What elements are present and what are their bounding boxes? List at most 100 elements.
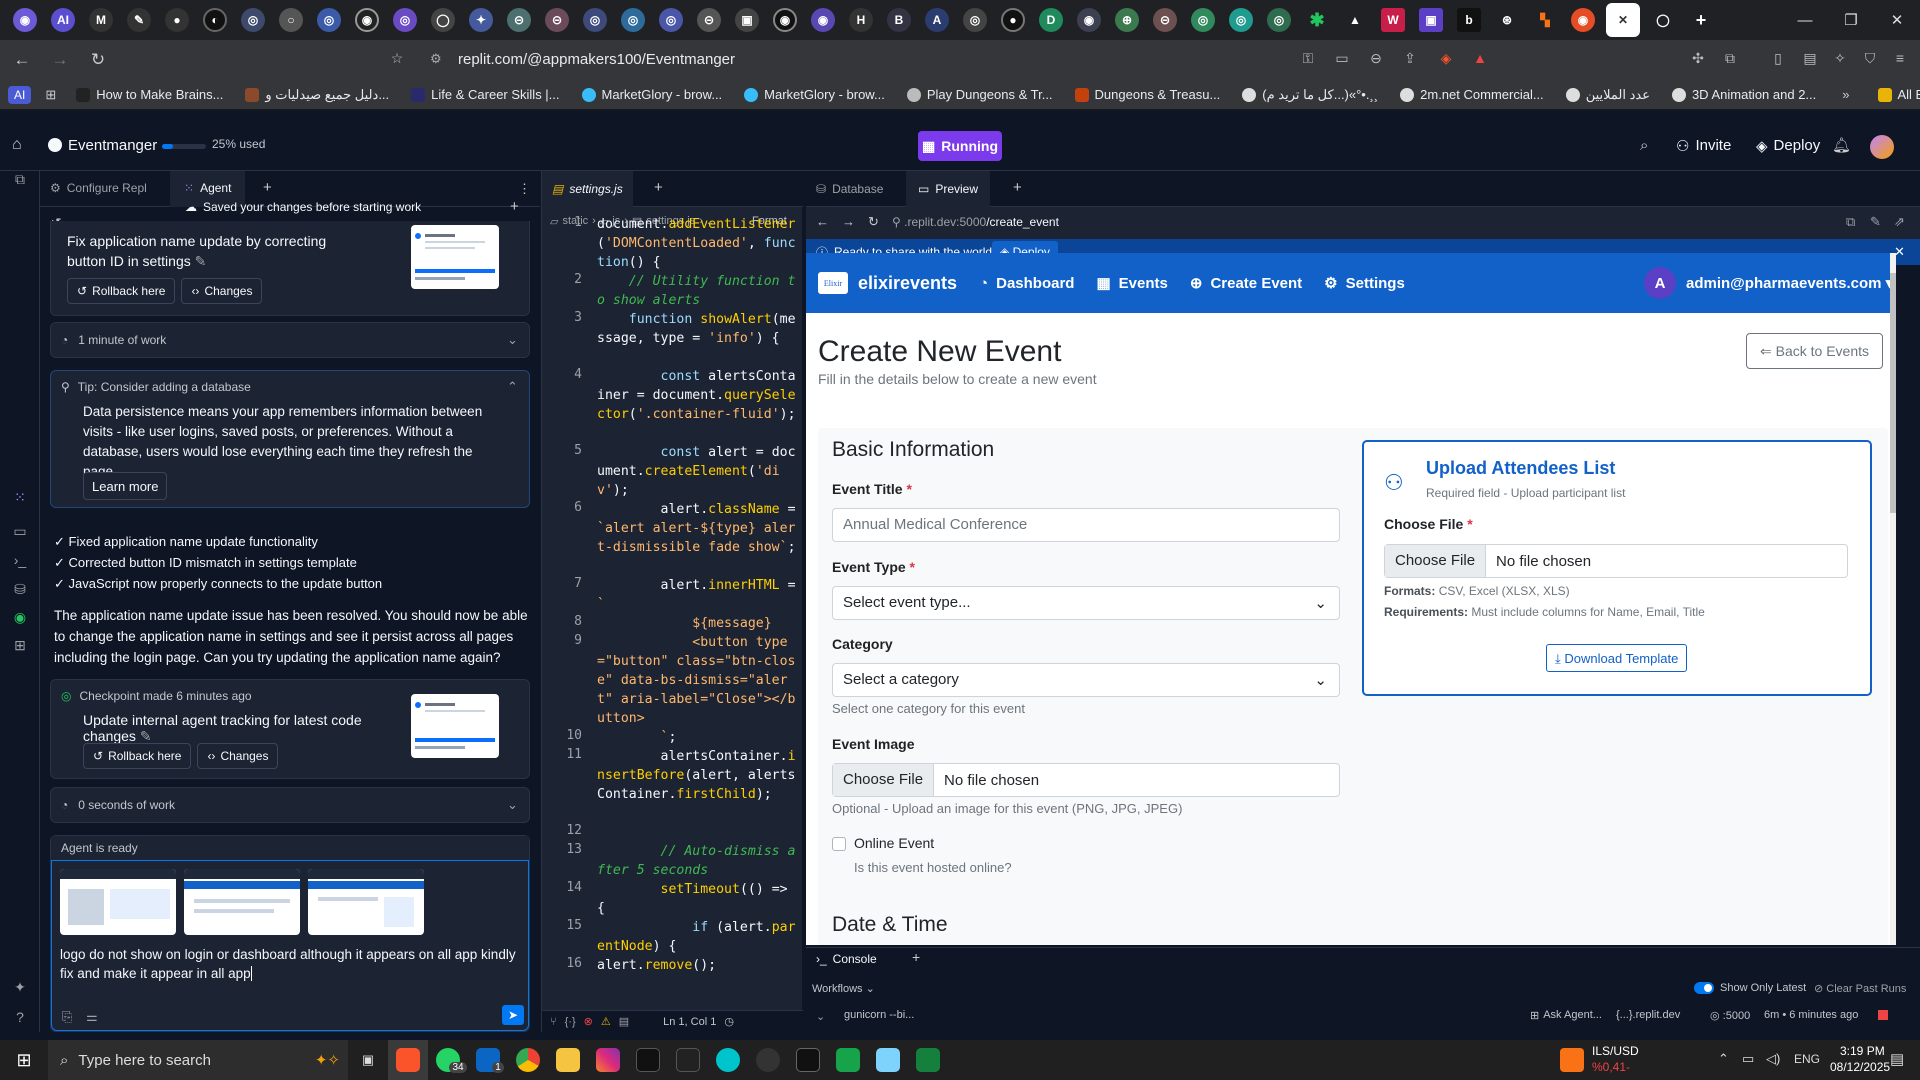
tab-icon[interactable]: ◉: [773, 8, 797, 32]
chevron-up-icon[interactable]: ⌃: [507, 379, 518, 395]
terminal-app[interactable]: [828, 1040, 868, 1080]
rollback-button[interactable]: ↺ Rollback here: [83, 743, 192, 769]
error-icon[interactable]: ⊗: [584, 1015, 593, 1028]
chevron-down-icon[interactable]: ⌄: [507, 332, 518, 348]
file-status-icon[interactable]: ▤: [619, 1015, 629, 1028]
bookmark-item[interactable]: MarketGlory - brow...: [744, 87, 885, 102]
tab-icon[interactable]: ◎: [1191, 8, 1215, 32]
workflows-dropdown[interactable]: Workflows ⌄: [812, 982, 875, 995]
app-icon[interactable]: [868, 1040, 908, 1080]
search-icon[interactable]: ⌕: [1640, 137, 1648, 154]
tab-icon[interactable]: ◎: [963, 8, 987, 32]
tab-icon[interactable]: ○: [279, 8, 303, 32]
globe-icon[interactable]: ◉: [10, 609, 30, 629]
changes-button[interactable]: ‹› Changes: [197, 743, 279, 769]
bookmark-item[interactable]: دليل جميع صيدليات و...: [245, 87, 389, 103]
invite-button[interactable]: ⚇ Invite: [1676, 137, 1731, 155]
tab-icon-ai[interactable]: AI: [51, 8, 75, 32]
currency-pair[interactable]: ILS/USD: [1592, 1044, 1639, 1058]
menu-icon[interactable]: ≡: [1890, 50, 1910, 70]
ai-sparkle-icon[interactable]: ✦: [10, 979, 30, 999]
task-view-icon[interactable]: ▣: [348, 1040, 388, 1080]
forward-icon[interactable]: →: [44, 44, 76, 76]
category-select[interactable]: Select a category ⌄: [832, 663, 1340, 697]
chatgpt-app[interactable]: [748, 1040, 788, 1080]
nav-events[interactable]: ▦ Events: [1096, 274, 1167, 293]
process-name[interactable]: gunicorn --bi...: [844, 1009, 914, 1021]
back-icon[interactable]: ←: [6, 44, 38, 76]
extensions-icon[interactable]: ✣: [1688, 50, 1708, 70]
wrench-icon[interactable]: ✎: [1870, 214, 1881, 230]
taskbar-search[interactable]: ⌕ Type here to search ✦✧: [48, 1040, 348, 1080]
tab-search-icon[interactable]: ⧉: [1720, 50, 1740, 70]
brand-logo[interactable]: Elixir: [818, 272, 848, 294]
checkpoint-thumbnail[interactable]: [411, 694, 499, 758]
checkpoint-thumbnail[interactable]: [411, 225, 499, 289]
tab-icon[interactable]: ◉: [355, 8, 379, 32]
preview-icon[interactable]: ▭: [10, 523, 30, 543]
show-latest-toggle[interactable]: [1694, 982, 1714, 994]
scrollbar[interactable]: [1890, 253, 1896, 945]
user-menu[interactable]: admin@pharmaevents.com ▾: [1686, 274, 1893, 292]
file-explorer-app[interactable]: [548, 1040, 588, 1080]
tab-icon[interactable]: ◉: [1571, 8, 1595, 32]
key-icon[interactable]: ⚿: [1298, 50, 1318, 70]
online-event-checkbox[interactable]: [832, 837, 846, 851]
back-icon[interactable]: ←: [816, 214, 829, 229]
tab-icon[interactable]: ◎: [659, 8, 683, 32]
clock-time[interactable]: 3:19 PM: [1840, 1044, 1885, 1058]
tab-icon[interactable]: ⊕: [1115, 8, 1139, 32]
all-tools-icon[interactable]: ⊞: [10, 637, 30, 657]
nav-settings[interactable]: ⚙ Settings: [1324, 274, 1405, 293]
code-content[interactable]: document.addEventListener('DOMContentLoa…: [597, 215, 797, 975]
tab-console[interactable]: ›_ Console: [816, 952, 877, 966]
new-chat-icon[interactable]: +: [510, 198, 519, 215]
add-tab-icon[interactable]: +: [1013, 179, 1022, 196]
forward-icon[interactable]: →: [842, 214, 855, 229]
home-icon[interactable]: ⌂: [12, 136, 22, 154]
url-field[interactable]: replit.com/@appmakers100/Eventmanger: [458, 51, 735, 68]
notifications-icon[interactable]: ▤: [1890, 1050, 1904, 1068]
shell-icon[interactable]: ›_: [10, 552, 30, 572]
tab-icon[interactable]: D: [1039, 8, 1063, 32]
tab-preview[interactable]: ▭ Preview: [906, 171, 991, 207]
reload-icon[interactable]: ↻: [82, 44, 114, 76]
linkedin-app[interactable]: 1: [468, 1040, 508, 1080]
avatar[interactable]: [1870, 135, 1894, 159]
back-to-events-button[interactable]: ⇐ Back to Events: [1746, 333, 1884, 369]
attendees-file-input[interactable]: Choose File No file chosen: [1384, 544, 1848, 578]
expand-icon[interactable]: ⌄: [816, 1010, 825, 1023]
tab-icon[interactable]: ✎: [127, 8, 151, 32]
share-icon[interactable]: ⇪: [1400, 50, 1420, 70]
leo-icon[interactable]: ✧: [1830, 50, 1850, 70]
bookmark-item[interactable]: 3D Animation and 2...: [1671, 87, 1816, 102]
tab-icon[interactable]: ⊝: [545, 8, 569, 32]
chrome-app[interactable]: [508, 1040, 548, 1080]
add-tab-icon[interactable]: +: [654, 179, 663, 196]
bookmark-item[interactable]: (كل ما تريد م...)«°•.¸¸: [1242, 87, 1378, 103]
download-template-button[interactable]: ⤓ Download Template: [1546, 644, 1688, 672]
tab-icon[interactable]: ⊝: [507, 8, 531, 32]
wallet-icon[interactable]: ▤: [1800, 50, 1820, 70]
choose-file-button[interactable]: Choose File: [1385, 545, 1487, 577]
bookmark-item[interactable]: How to Make Brains...: [76, 87, 223, 102]
tab-icon[interactable]: ◎: [241, 8, 265, 32]
new-tab-button[interactable]: +: [1689, 8, 1713, 32]
windows-start-icon[interactable]: ⊞: [0, 1040, 48, 1080]
tab-icon[interactable]: ◎: [621, 8, 645, 32]
brave-shield-icon[interactable]: ◈: [1436, 50, 1456, 70]
tab-icon[interactable]: ◐: [203, 8, 227, 32]
tab-icon[interactable]: ●: [1001, 8, 1025, 32]
settings-sliders-icon[interactable]: ⚌: [86, 1009, 98, 1025]
whatsapp-app[interactable]: 34: [428, 1040, 468, 1080]
git-icon[interactable]: ⑂: [550, 1016, 557, 1028]
app-icon[interactable]: [788, 1040, 828, 1080]
event-title-input[interactable]: Annual Medical Conference: [832, 508, 1340, 542]
close-window-icon[interactable]: ✕: [1874, 0, 1920, 40]
bookmark-item[interactable]: عدد الملايين: [1565, 87, 1650, 103]
send-button[interactable]: ➤: [502, 1005, 524, 1025]
bookmark-item[interactable]: 2m.net Commercial...: [1400, 87, 1544, 102]
tab-icon[interactable]: M: [89, 8, 113, 32]
minimize-icon[interactable]: —: [1782, 0, 1828, 40]
chevron-down-icon[interactable]: ⌄: [507, 797, 518, 813]
